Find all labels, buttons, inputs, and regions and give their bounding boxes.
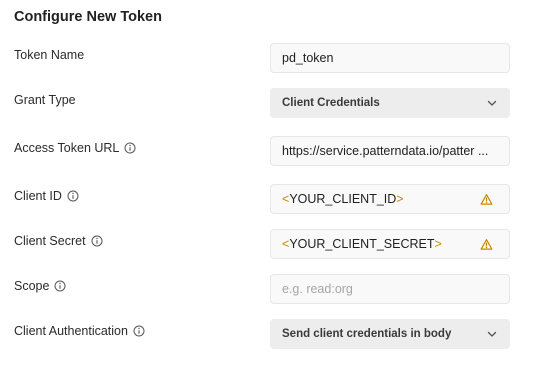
- variable-close-bracket: >: [434, 237, 442, 251]
- grant-type-row: Grant Type Client Credentials: [0, 88, 535, 118]
- client-secret-variable: <YOUR_CLIENT_SECRET>: [282, 237, 480, 251]
- client-secret-row: Client Secret <YOUR_CLIENT_SECRET>: [0, 229, 535, 259]
- client-authentication-select[interactable]: Send client credentials in body: [270, 319, 510, 349]
- client-id-label-text: Client ID: [14, 189, 62, 203]
- scope-input[interactable]: e.g. read:org: [270, 274, 510, 304]
- scope-label: Scope: [14, 279, 66, 293]
- client-id-input[interactable]: <YOUR_CLIENT_ID>: [270, 184, 510, 214]
- token-name-input[interactable]: pd_token: [270, 43, 510, 73]
- client-authentication-label: Client Authentication: [14, 324, 145, 338]
- chevron-down-icon: [486, 328, 498, 340]
- access-token-url-label: Access Token URL: [14, 141, 136, 155]
- grant-type-label-text: Grant Type: [14, 93, 76, 107]
- variable-name: YOUR_CLIENT_ID: [289, 192, 397, 206]
- token-name-label: Token Name: [14, 48, 84, 62]
- access-token-url-value: https://service.patterndata.io/patter ..…: [282, 144, 489, 158]
- warning-icon[interactable]: [480, 193, 493, 206]
- warning-icon[interactable]: [480, 238, 493, 251]
- info-icon[interactable]: [124, 142, 136, 154]
- info-icon[interactable]: [133, 325, 145, 337]
- access-token-url-label-text: Access Token URL: [14, 141, 120, 155]
- client-id-label: Client ID: [14, 189, 79, 203]
- chevron-down-icon: [486, 97, 498, 109]
- info-icon[interactable]: [54, 280, 66, 292]
- variable-name: YOUR_CLIENT_SECRET: [289, 237, 435, 251]
- token-name-value: pd_token: [282, 51, 334, 65]
- client-secret-label: Client Secret: [14, 234, 103, 248]
- client-id-variable: <YOUR_CLIENT_ID>: [282, 192, 480, 206]
- client-id-row: Client ID <YOUR_CLIENT_ID>: [0, 184, 535, 214]
- scope-placeholder: e.g. read:org: [282, 282, 353, 296]
- client-authentication-label-text: Client Authentication: [14, 324, 128, 338]
- info-icon[interactable]: [67, 190, 79, 202]
- client-secret-input[interactable]: <YOUR_CLIENT_SECRET>: [270, 229, 510, 259]
- scope-label-text: Scope: [14, 279, 50, 293]
- scope-row: Scope e.g. read:org: [0, 274, 535, 304]
- access-token-url-input[interactable]: https://service.patterndata.io/patter ..…: [270, 136, 510, 166]
- grant-type-value: Client Credentials: [282, 97, 380, 109]
- token-name-row: Token Name pd_token: [0, 43, 535, 73]
- access-token-url-row: Access Token URL https://service.pattern…: [0, 136, 535, 166]
- grant-type-label: Grant Type: [14, 93, 76, 107]
- token-name-label-text: Token Name: [14, 48, 85, 62]
- grant-type-select[interactable]: Client Credentials: [270, 88, 510, 118]
- variable-close-bracket: >: [396, 192, 404, 206]
- client-secret-label-text: Client Secret: [14, 234, 86, 248]
- info-icon[interactable]: [91, 235, 103, 247]
- client-authentication-value: Send client credentials in body: [282, 328, 452, 340]
- page-title: Configure New Token: [14, 9, 162, 25]
- client-authentication-row: Client Authentication Send client creden…: [0, 319, 535, 349]
